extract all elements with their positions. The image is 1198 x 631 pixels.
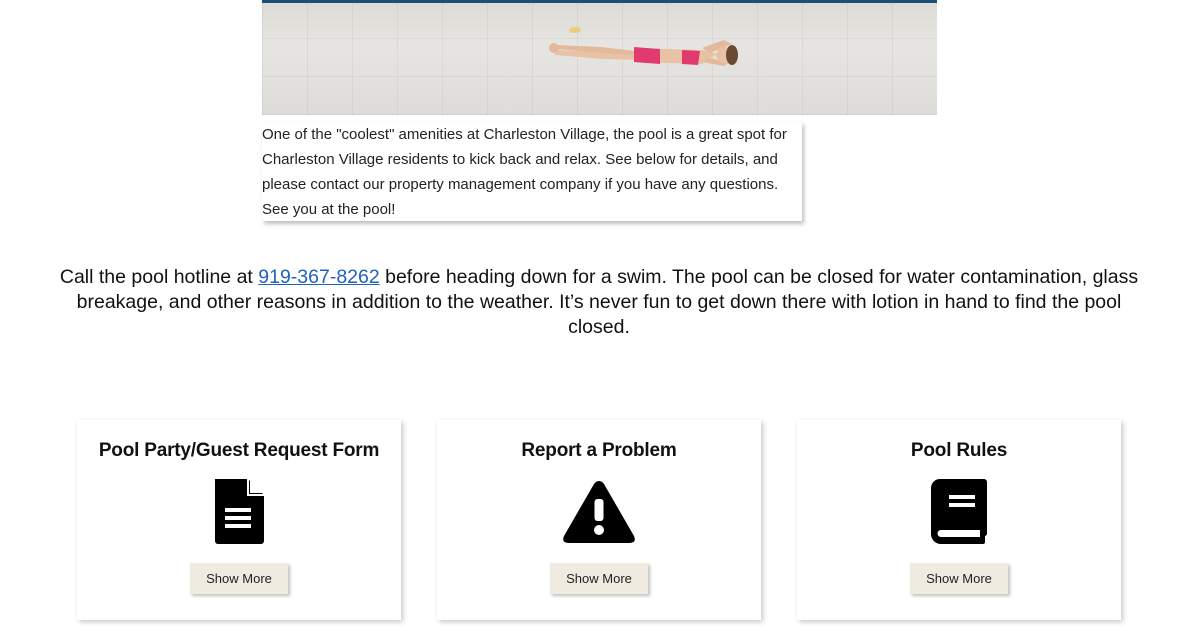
sunbather-illustration [549, 27, 738, 66]
hero-image [262, 0, 937, 115]
show-more-button[interactable]: Show More [190, 563, 288, 594]
show-more-button[interactable]: Show More [550, 563, 648, 594]
hotline-paragraph: Call the pool hotline at 919-367-8262 be… [55, 265, 1143, 340]
book-icon [921, 479, 997, 545]
card-report-problem: Report a Problem Show More [437, 420, 761, 620]
card-title: Pool Rules [910, 440, 1008, 461]
card-title: Report a Problem [521, 440, 677, 461]
intro-text: One of the "coolest" amenities at Charle… [262, 122, 802, 221]
card-title: Pool Party/Guest Request Form [98, 440, 380, 461]
warning-icon [561, 479, 637, 545]
card-pool-party-form: Pool Party/Guest Request Form Show More [77, 420, 401, 620]
document-icon [201, 479, 277, 545]
page: One of the "coolest" amenities at Charle… [0, 0, 1198, 631]
card-pool-rules: Pool Rules Show More [797, 420, 1121, 620]
hotline-text-before: Call the pool hotline at [59, 266, 259, 288]
show-more-button[interactable]: Show More [910, 563, 1008, 594]
hotline-phone-link[interactable]: 919-367-8262 [258, 266, 379, 288]
